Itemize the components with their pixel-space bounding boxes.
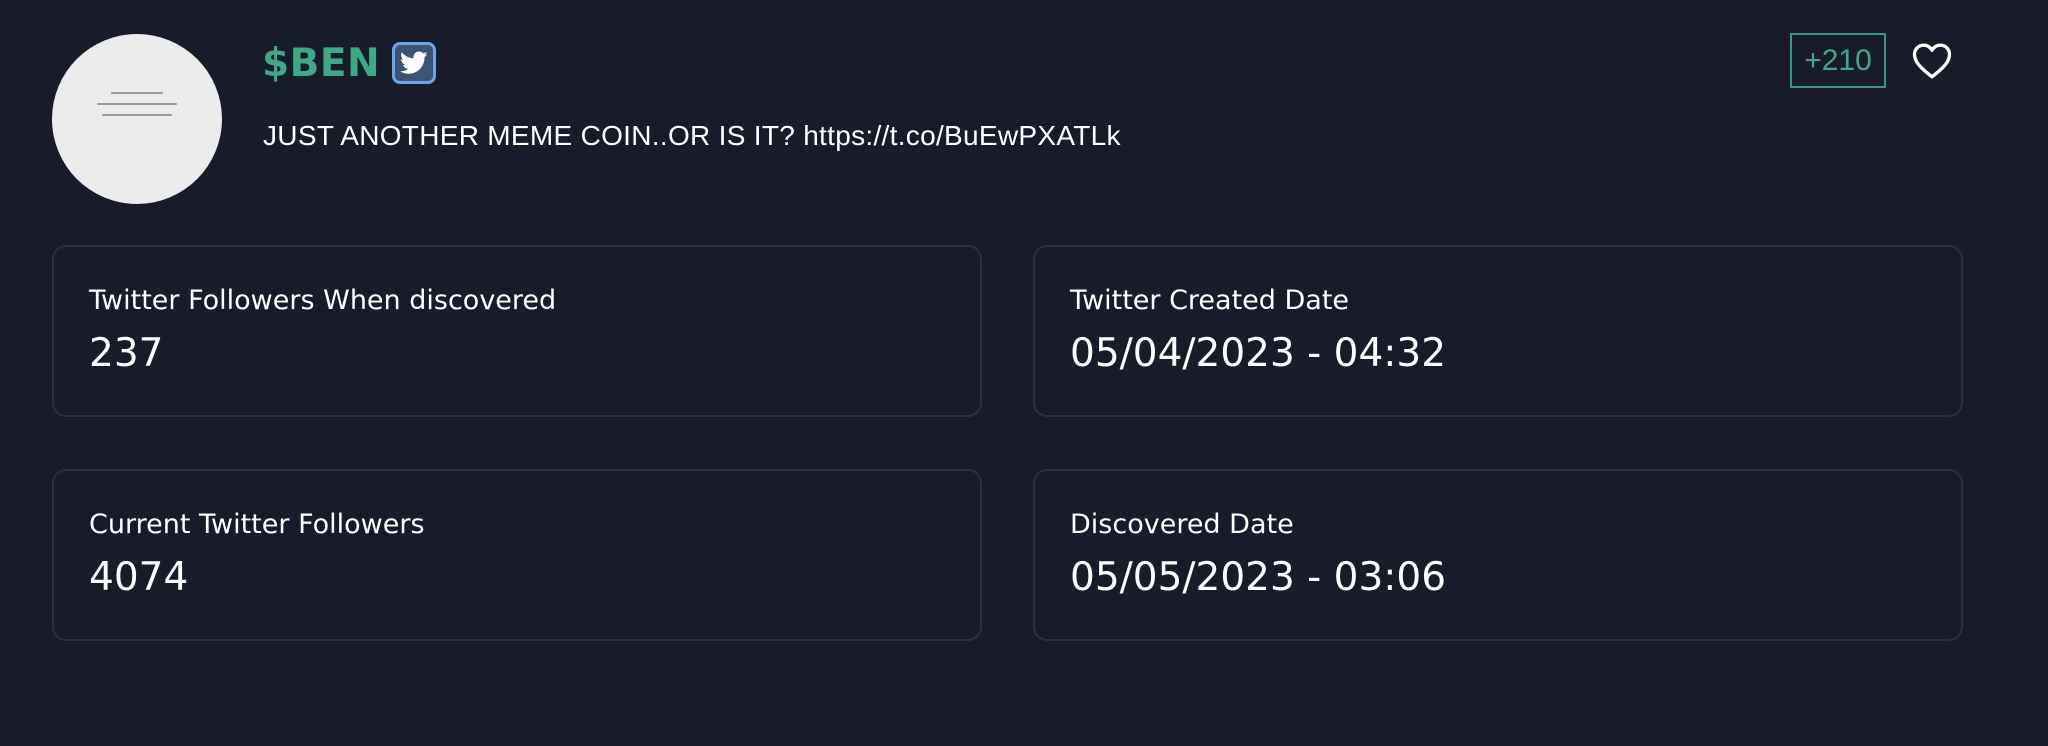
stat-value: 237 <box>89 331 164 376</box>
token-detail-page: $BEN JUST ANOTHER MEME COIN..OR IS IT? h… <box>0 0 2048 746</box>
stat-label: Discovered Date <box>1070 509 1294 540</box>
token-description: JUST ANOTHER MEME COIN..OR IS IT? https:… <box>263 120 1121 151</box>
stat-card-created-date: Twitter Created Date 05/04/2023 - 04:32 <box>1033 245 1963 417</box>
stat-value: 05/04/2023 - 04:32 <box>1070 331 1447 376</box>
stat-label: Twitter Created Date <box>1070 285 1350 316</box>
stat-value: 05/05/2023 - 03:06 <box>1070 555 1447 600</box>
stat-label: Twitter Followers When discovered <box>89 285 557 316</box>
stat-card-discovered-date: Discovered Date 05/05/2023 - 03:06 <box>1033 469 1963 641</box>
stat-value: 4074 <box>89 555 189 600</box>
token-header: $BEN <box>262 36 437 90</box>
stat-card-current-followers: Current Twitter Followers 4074 <box>52 469 982 641</box>
token-avatar[interactable] <box>52 34 222 204</box>
token-ticker[interactable]: $BEN <box>262 41 380 86</box>
stat-card-followers-discovered: Twitter Followers When discovered 237 <box>52 245 982 417</box>
twitter-icon[interactable] <box>392 42 437 84</box>
score-badge[interactable]: +210 <box>1790 33 1886 88</box>
stat-label: Current Twitter Followers <box>89 509 425 540</box>
heart-icon[interactable] <box>1912 42 1952 80</box>
avatar-image-placeholder <box>52 92 222 125</box>
